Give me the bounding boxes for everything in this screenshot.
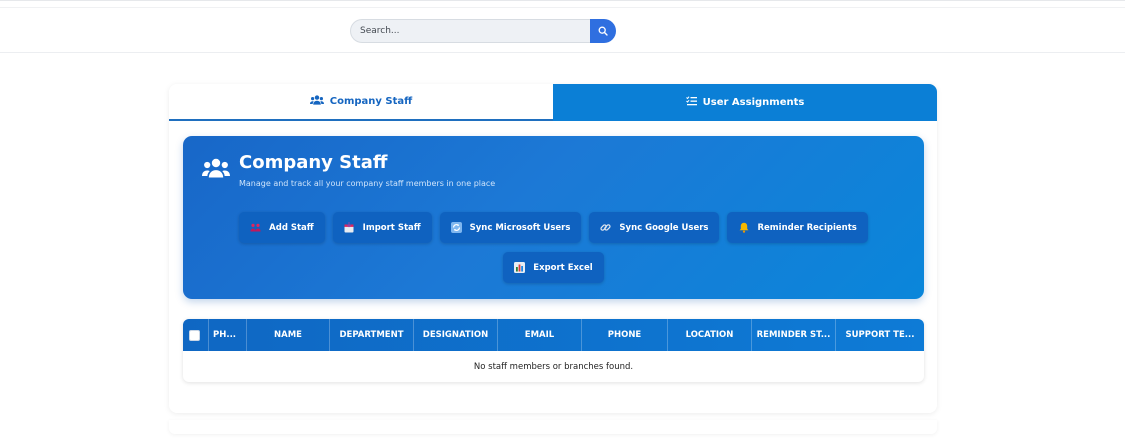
staff-table: PH... NAME DEPARTMENT DESIGNATION EMAIL … bbox=[183, 319, 924, 382]
import-staff-label: Import Staff bbox=[362, 222, 421, 233]
action-row: Add Staff Import Staff Sync Microsoft Us… bbox=[183, 212, 924, 243]
tab-label: User Assignments bbox=[702, 97, 805, 108]
page-title: Company Staff bbox=[239, 152, 388, 173]
select-all-checkbox[interactable] bbox=[189, 329, 200, 341]
tab-label: Company Staff bbox=[329, 96, 413, 107]
page-subtitle: Manage and track all your company staff … bbox=[239, 179, 496, 188]
top-bar bbox=[0, 0, 1125, 53]
staff-card: Company Staff User Assignments Company S… bbox=[169, 84, 937, 413]
column-header-photo[interactable]: PH... bbox=[209, 319, 247, 351]
tab-company-staff[interactable]: Company Staff bbox=[169, 84, 553, 121]
column-header-support-team[interactable]: SUPPORT TE... bbox=[836, 319, 924, 351]
card-footer bbox=[169, 420, 937, 434]
tab-user-assignments[interactable]: User Assignments bbox=[553, 84, 937, 121]
column-header-phone[interactable]: PHONE bbox=[582, 319, 668, 351]
column-header-email[interactable]: EMAIL bbox=[498, 319, 582, 351]
select-all-cell bbox=[183, 319, 209, 351]
search-button[interactable] bbox=[590, 19, 616, 43]
add-staff-button[interactable]: Add Staff bbox=[239, 212, 325, 243]
sync-microsoft-button[interactable]: Sync Microsoft Users bbox=[439, 212, 582, 243]
bell-icon bbox=[738, 222, 749, 233]
sync-google-button[interactable]: Sync Google Users bbox=[589, 212, 720, 243]
list-check-icon bbox=[685, 96, 697, 109]
users-icon bbox=[309, 95, 324, 108]
column-header-location[interactable]: LOCATION bbox=[668, 319, 752, 351]
search-bar bbox=[350, 19, 616, 43]
users-icon bbox=[202, 158, 230, 182]
excel-icon bbox=[514, 262, 526, 273]
top-divider bbox=[0, 7, 1125, 8]
action-row-2: Export Excel bbox=[183, 252, 924, 283]
add-staff-label: Add Staff bbox=[269, 222, 314, 233]
search-input[interactable] bbox=[350, 19, 590, 43]
column-header-designation[interactable]: DESIGNATION bbox=[414, 319, 498, 351]
sync-icon bbox=[450, 222, 462, 233]
export-excel-button[interactable]: Export Excel bbox=[503, 252, 604, 283]
sync-microsoft-label: Sync Microsoft Users bbox=[469, 222, 571, 233]
column-header-reminder-status[interactable]: REMINDER ST... bbox=[752, 319, 836, 351]
column-header-department[interactable]: DEPARTMENT bbox=[330, 319, 414, 351]
hero-panel: Company Staff Manage and track all your … bbox=[183, 136, 924, 299]
search-icon bbox=[598, 24, 608, 39]
user-plus-icon bbox=[250, 222, 261, 233]
link-icon bbox=[600, 222, 611, 233]
column-header-name[interactable]: NAME bbox=[247, 319, 330, 351]
reminder-recipients-button[interactable]: Reminder Recipients bbox=[727, 212, 868, 243]
import-icon bbox=[344, 222, 355, 233]
export-excel-label: Export Excel bbox=[533, 262, 593, 273]
import-staff-button[interactable]: Import Staff bbox=[332, 212, 432, 243]
table-header: PH... NAME DEPARTMENT DESIGNATION EMAIL … bbox=[183, 319, 924, 351]
sync-google-label: Sync Google Users bbox=[619, 222, 709, 233]
tab-bar: Company Staff User Assignments bbox=[169, 84, 937, 122]
reminder-recipients-label: Reminder Recipients bbox=[757, 222, 857, 233]
empty-state-message: No staff members or branches found. bbox=[473, 361, 634, 372]
